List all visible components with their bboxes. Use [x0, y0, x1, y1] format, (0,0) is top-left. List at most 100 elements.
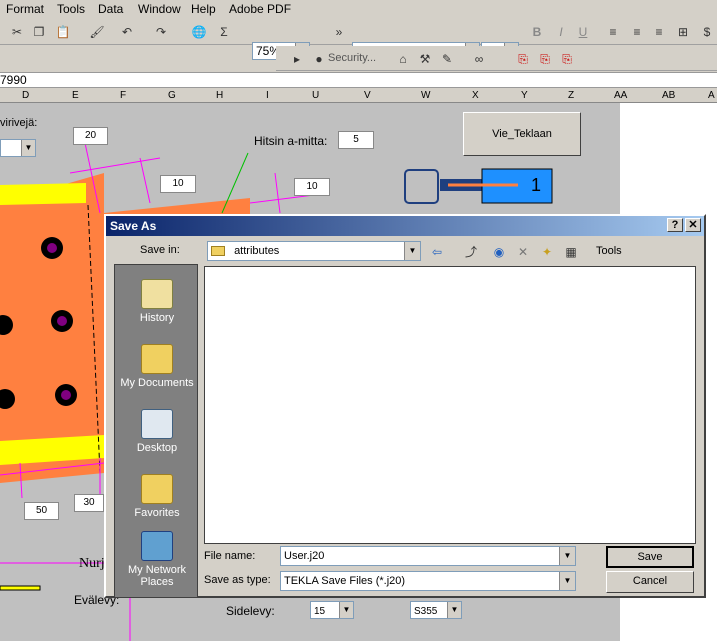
- sidelevy-select[interactable]: 15 ▼: [310, 601, 354, 619]
- tools-menu[interactable]: Tools: [596, 245, 622, 257]
- align-center-icon[interactable]: ≡: [628, 23, 646, 41]
- col-x[interactable]: X: [472, 90, 479, 101]
- chevron-down-icon[interactable]: ▼: [447, 602, 461, 618]
- merge-center-icon[interactable]: ⊞: [674, 23, 692, 41]
- search-web-icon[interactable]: ◉: [490, 243, 508, 261]
- col-u[interactable]: U: [312, 90, 319, 101]
- delete-icon[interactable]: ✕: [514, 243, 532, 261]
- copy-icon[interactable]: ❐: [30, 23, 48, 41]
- col-f[interactable]: F: [120, 90, 126, 101]
- design-mode-icon[interactable]: ✎: [438, 50, 456, 68]
- place-my-documents[interactable]: My Documents: [115, 344, 199, 389]
- tools-icon[interactable]: ⚒: [416, 50, 434, 68]
- hyperlink-icon[interactable]: 🌐: [190, 23, 208, 41]
- network-places-icon: [141, 531, 173, 561]
- save-type-label: Save as type:: [204, 574, 271, 586]
- record-icon[interactable]: ●: [310, 50, 328, 68]
- label-hitsin: Hitsin a-mitta:: [254, 134, 328, 148]
- paste-icon[interactable]: 📋: [54, 23, 72, 41]
- chevron-down-icon[interactable]: ▼: [404, 242, 420, 260]
- underline-icon[interactable]: U: [574, 23, 592, 41]
- col-h[interactable]: H: [216, 90, 223, 101]
- save-type-select[interactable]: TEKLA Save Files (*.j20) ▼: [280, 571, 576, 591]
- menu-adobe-pdf[interactable]: Adobe PDF: [229, 2, 291, 16]
- rivirveja-select[interactable]: ▼: [0, 139, 36, 157]
- formula-bar[interactable]: 7990: [0, 72, 717, 88]
- yellow-marker: [0, 585, 41, 591]
- col-i[interactable]: I: [266, 90, 269, 101]
- favorites-icon: [141, 474, 173, 504]
- vie-teklaan-button[interactable]: Vie_Teklaan: [463, 112, 581, 156]
- col-w[interactable]: W: [421, 90, 430, 101]
- pdf-review-icon[interactable]: ⎘: [558, 50, 576, 68]
- input-30[interactable]: 30: [74, 494, 104, 512]
- cancel-button[interactable]: Cancel: [606, 571, 694, 593]
- close-button[interactable]: ✕: [685, 218, 701, 232]
- chevron-down-icon[interactable]: ▼: [559, 547, 575, 565]
- save-in-label: Save in:: [140, 244, 180, 256]
- link-icon[interactable]: ∞: [470, 50, 488, 68]
- italic-icon[interactable]: I: [552, 23, 570, 41]
- place-desktop[interactable]: Desktop: [115, 409, 199, 454]
- place-history[interactable]: History: [115, 279, 199, 324]
- menu-help[interactable]: Help: [191, 2, 216, 16]
- align-right-icon[interactable]: ≡: [650, 23, 668, 41]
- file-list[interactable]: [204, 266, 696, 544]
- col-ab[interactable]: AB: [662, 90, 675, 101]
- input-hitsin[interactable]: 5: [338, 131, 374, 149]
- sidelevy-value: 15: [314, 606, 326, 617]
- col-g[interactable]: G: [168, 90, 176, 101]
- place-favorites[interactable]: Favorites: [115, 474, 199, 519]
- col-d[interactable]: D: [22, 90, 29, 101]
- col-a[interactable]: A: [708, 90, 715, 101]
- blue-block-number: 1: [531, 175, 542, 195]
- col-z[interactable]: Z: [568, 90, 574, 101]
- toolbox-icon[interactable]: ⌂: [394, 50, 412, 68]
- bolt-group-outline: [404, 169, 439, 204]
- new-folder-icon[interactable]: ✦: [538, 243, 556, 261]
- pdf-icon[interactable]: ⎘: [514, 50, 532, 68]
- input-20[interactable]: 20: [73, 127, 108, 145]
- pdf-email-icon[interactable]: ⎘: [536, 50, 554, 68]
- play-icon[interactable]: ▸: [288, 50, 306, 68]
- col-v[interactable]: V: [364, 90, 371, 101]
- autosum-icon[interactable]: Σ: [215, 23, 233, 41]
- menu-format[interactable]: Format: [6, 2, 44, 16]
- place-network-label: My Network Places: [127, 564, 187, 588]
- folder-icon: [211, 246, 225, 257]
- plate-orange-right: [104, 198, 250, 215]
- label-rivirveja: virivejä:: [0, 117, 38, 129]
- help-button[interactable]: ?: [667, 218, 683, 232]
- save-in-combo[interactable]: attributes ▼: [207, 241, 421, 261]
- save-button[interactable]: Save: [606, 546, 694, 568]
- input-10a[interactable]: 10: [160, 175, 196, 193]
- currency-icon[interactable]: $: [698, 23, 716, 41]
- undo-icon[interactable]: ↶: [118, 23, 136, 41]
- steel-grade-select[interactable]: S355 ▼: [410, 601, 462, 619]
- up-folder-icon[interactable]: ⤴: [462, 243, 480, 261]
- chevron-down-icon[interactable]: ▼: [559, 572, 575, 590]
- col-y[interactable]: Y: [521, 90, 528, 101]
- format-painter-icon[interactable]: 🖌: [88, 23, 106, 41]
- menu-window[interactable]: Window: [138, 2, 181, 16]
- cut-icon[interactable]: ✂: [8, 23, 26, 41]
- place-network[interactable]: My Network Places: [115, 531, 199, 588]
- file-name-input[interactable]: User.j20 ▼: [280, 546, 576, 566]
- file-name-value: User.j20: [284, 550, 325, 562]
- col-aa[interactable]: AA: [614, 90, 627, 101]
- security-button[interactable]: Security...: [328, 52, 376, 64]
- back-icon[interactable]: ⇦: [428, 243, 446, 261]
- views-icon[interactable]: ▦: [562, 243, 580, 261]
- align-left-icon[interactable]: ≡: [604, 23, 622, 41]
- input-50[interactable]: 50: [24, 502, 59, 520]
- bold-icon[interactable]: B: [528, 23, 546, 41]
- menu-data[interactable]: Data: [98, 2, 123, 16]
- desktop-icon: [141, 409, 173, 439]
- chevron-down-icon[interactable]: ▼: [21, 140, 35, 156]
- menu-tools[interactable]: Tools: [57, 2, 85, 16]
- chevron-down-icon[interactable]: ▼: [339, 602, 353, 618]
- input-10b[interactable]: 10: [294, 178, 330, 196]
- toolbar-options-icon[interactable]: »: [330, 23, 348, 41]
- col-e[interactable]: E: [72, 90, 79, 101]
- redo-icon[interactable]: ↷: [152, 23, 170, 41]
